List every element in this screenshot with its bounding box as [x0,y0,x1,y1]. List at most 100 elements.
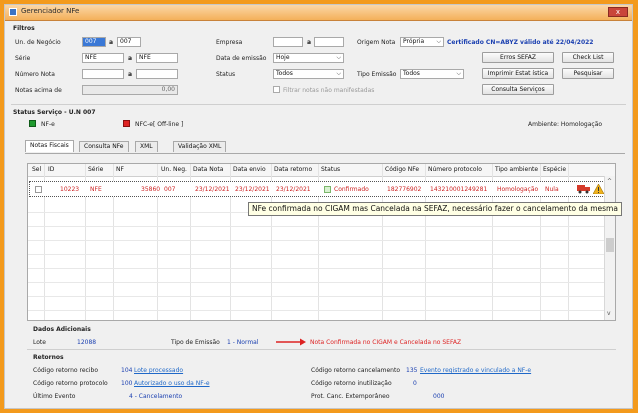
check-list-button[interactable]: Check List [562,52,614,63]
cell-data-retorno: 23/12/2021 [276,186,311,193]
inutilizacao-label: Código retorno inutilização [311,380,392,387]
recibo-label: Código retorno recibo [33,367,98,374]
numero-to-input[interactable] [136,69,178,79]
numero-nota-label: Número Nota [15,71,55,78]
notes-grid: Sel ID Série NF Un. Neg. Data Nota Data … [27,163,616,321]
col-sel[interactable]: Sel [32,166,41,173]
scrollbar-thumb[interactable] [606,238,614,252]
col-numero-protocolo[interactable]: Número protocolo [428,166,482,173]
origem-nota-select[interactable]: Própria ⌵ [400,37,444,47]
scroll-up-icon[interactable]: ^ [607,178,612,185]
erros-sefaz-button[interactable]: Erros SEFAZ [482,52,554,63]
col-status[interactable]: Status [321,166,340,173]
tipo-emissao-value: Todos [403,70,420,77]
col-serie[interactable]: Série [88,166,103,173]
cell-codigo: 182776902 [387,186,422,193]
cell-protocolo: 143210001249281 [430,186,488,193]
un-negocio-to-input[interactable]: 007 [117,37,141,47]
protocolo-code: 100 [121,380,133,387]
col-id[interactable]: ID [48,166,54,173]
row-select-checkbox[interactable] [35,186,42,193]
cell-ambiente: Homologação [497,186,539,193]
pesquisar-button[interactable]: Pesquisar [562,68,614,79]
status-service-heading: Status Serviço - U.N 007 [13,109,96,116]
un-negocio-label: Un. de Negócio [15,39,61,46]
col-data-retorno[interactable]: Data retorno [274,166,312,173]
cell-data-nota: 23/12/2021 [195,186,230,193]
status-select[interactable]: Todos ⌵ [273,69,344,79]
row-divider [28,282,606,283]
tab-consulta-nfe[interactable]: Consulta NFe [79,141,129,152]
protocolo-label: Código retorno protocolo [33,380,108,387]
numero-from-input[interactable] [82,69,124,79]
protocolo-link[interactable]: Autorizado o uso da NF-e [134,380,210,387]
separator [27,349,616,350]
status-value: Todos [276,70,293,77]
tipo-emissao-select[interactable]: Todos ⌵ [400,69,464,79]
serie-to-input[interactable]: NFE [136,53,178,63]
imprimir-button[interactable]: Imprimir Estat ística [482,68,554,79]
offline-label: [ Off-line ] [153,121,184,128]
consulta-servicos-button[interactable]: Consulta Serviços [482,84,554,95]
col-codigo-nfe[interactable]: Código NFe [385,166,419,173]
cancel-label: Código retorno cancelamento [311,367,400,374]
row-divider [28,240,606,241]
recibo-code: 104 [121,367,133,374]
tipo-emissao-label: Tipo Emissão [357,71,397,78]
evento-label: Último Evento [33,393,76,400]
origem-nota-label: Origem Nota [357,39,396,46]
tab-notas-fiscais[interactable]: Notas Fiscais [25,140,74,152]
ambiente-label: Ambiente: Homologação [528,121,603,128]
notas-acima-input[interactable]: 0,00 [82,85,178,95]
row-divider [28,310,606,311]
table-row[interactable]: 10223 NFE 35860 007 23/12/2021 23/12/202… [29,181,605,197]
serie-label: Série [15,55,31,62]
separator [11,104,626,105]
grid-scrollbar[interactable]: ^ v [604,176,615,320]
serie-from-input[interactable]: NFE [82,53,124,63]
chevron-down-icon: ⌵ [336,70,341,77]
data-emissao-select[interactable]: Hoje ⌵ [273,53,344,63]
status-icon [324,186,331,193]
data-emissao-label: Data de emissão [216,55,267,62]
data-emissao-value: Hoje [276,54,290,61]
cell-status: Confirmado [334,186,369,193]
cell-data-envio: 23/12/2021 [235,186,270,193]
numero-a-label: a [128,71,133,78]
row-divider [28,254,606,255]
un-negocio-from-input[interactable]: 007 [82,37,106,47]
col-tipo-ambiente[interactable]: Tipo ambiente [495,166,538,173]
scroll-down-icon[interactable]: v [607,310,611,317]
close-button[interactable]: x [608,7,628,17]
col-data-nota[interactable]: Data Nota [193,166,223,173]
truck-icon[interactable] [577,184,591,196]
col-un-neg[interactable]: Un. Neg. [161,166,187,173]
cell-id: 10223 [60,186,80,193]
origem-nota-value: Própria [403,38,425,45]
col-especie[interactable]: Espécie [543,166,566,173]
tab-validacao-xml[interactable]: Validação XML [173,141,227,152]
row-divider [28,226,606,227]
row-divider [28,268,606,269]
app-icon [9,8,17,16]
cell-un: 007 [164,186,176,193]
un-a-label: a [109,39,114,46]
tab-xml[interactable]: XML [135,141,158,152]
row-divider [28,296,606,297]
empresa-to-input[interactable] [314,37,344,47]
extemporaneo-value: 000 [433,393,445,400]
col-nf[interactable]: NF [116,166,124,173]
notas-acima-label: Notas acima de [15,87,62,94]
main-window: Gerenciador NFe x Filtros Un. de Negócio… [4,4,633,409]
chevron-down-icon: ⌵ [436,38,441,45]
cancel-link[interactable]: Evento registrado e vinculado a NF-e [420,367,531,374]
nfce-label: NFC-e [135,121,153,128]
col-data-envio[interactable]: Data envio [233,166,266,173]
filtrar-checkbox[interactable] [273,86,280,93]
recibo-link[interactable]: Lote processado [134,367,183,374]
empresa-from-input[interactable] [273,37,303,47]
grid-header: Sel ID Série NF Un. Neg. Data Nota Data … [28,164,615,177]
status-label: Status [216,71,236,78]
tipo-emissao-info-label: Tipo de Emissão [171,339,220,346]
warning-icon[interactable] [592,183,605,196]
